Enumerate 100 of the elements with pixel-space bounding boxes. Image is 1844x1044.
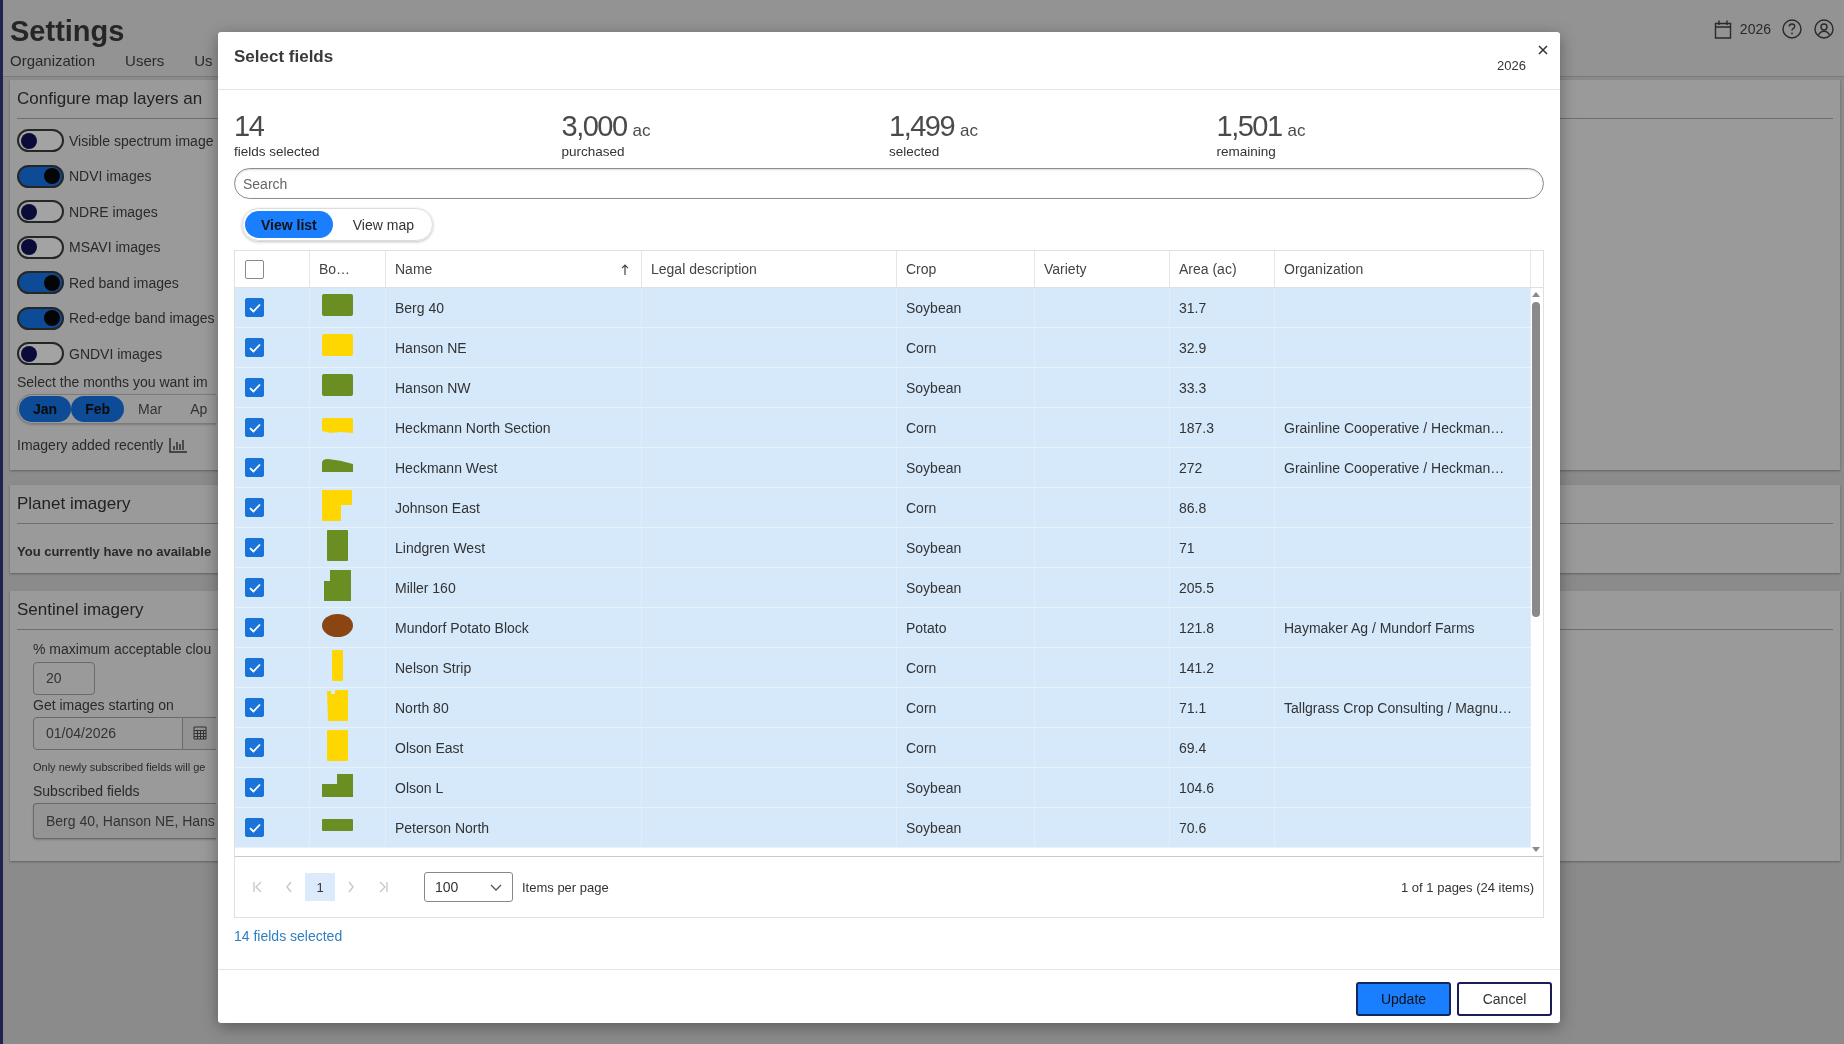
area-value: 205.5 — [1179, 579, 1215, 596]
organization-name: Haymaker Ag / Mundorf Farms — [1284, 619, 1475, 636]
month-chip[interactable]: Ap — [176, 395, 208, 422]
table-row[interactable]: Heckmann North Section Corn 187.3 Grainline Cooperative / Heckman… — [235, 408, 1531, 448]
check-icon — [248, 822, 261, 833]
field-name: Miller 160 — [395, 579, 456, 596]
field-name: Mundorf Potato Block — [395, 619, 529, 636]
unit-label: ac — [632, 121, 651, 141]
row-checkbox[interactable] — [245, 458, 264, 477]
status-message: You currently have no available — [17, 542, 212, 561]
row-checkbox[interactable] — [245, 298, 264, 317]
year-label: 2026 — [1497, 58, 1526, 74]
area-value: 141.2 — [1179, 659, 1215, 676]
field-name: Olson East — [395, 739, 464, 756]
cancel-button[interactable]: Cancel — [1457, 982, 1552, 1016]
row-checkbox[interactable] — [245, 418, 264, 437]
area-value: 187.3 — [1179, 419, 1215, 436]
toggle-switch[interactable] — [17, 200, 64, 224]
calendar-button[interactable] — [183, 716, 216, 750]
table-row[interactable]: Berg 40 Soybean 31.7 — [235, 288, 1531, 328]
close-icon[interactable] — [1538, 45, 1548, 55]
search-field[interactable]: Search — [234, 168, 1544, 199]
page-summary: 1 of 1 pages (24 items) — [1401, 879, 1534, 895]
toggle-switch[interactable] — [17, 271, 64, 295]
month-chip[interactable]: Mar — [124, 395, 177, 422]
field-name: Nelson Strip — [395, 659, 472, 676]
row-checkbox[interactable] — [245, 378, 264, 397]
row-checkbox[interactable] — [245, 538, 264, 557]
row-checkbox[interactable] — [245, 618, 264, 637]
check-icon — [248, 702, 261, 713]
field-name: Berg 40 — [395, 299, 445, 316]
table-row[interactable]: Peterson North Soybean 70.6 — [235, 808, 1531, 848]
section-title: Planet imagery — [17, 492, 131, 515]
column-header[interactable]: Name — [386, 251, 642, 287]
row-checkbox[interactable] — [245, 658, 264, 677]
view-tab[interactable]: View map — [336, 211, 430, 238]
table-row[interactable]: North 80 Corn 71.1 Tallgrass Crop Consulting / Magnu… — [235, 688, 1531, 728]
toggle-label: MSAVI images — [69, 238, 161, 258]
row-checkbox[interactable] — [245, 818, 264, 837]
toggle-switch[interactable] — [17, 342, 64, 366]
area-value: 71.1 — [1179, 699, 1207, 716]
area-value: 272 — [1179, 459, 1203, 476]
selection-link[interactable]: 14 fields selected — [234, 927, 343, 945]
table-row[interactable]: Mundorf Potato Block Potato 121.8 Haymaker Ag / Mundorf Farms — [235, 608, 1531, 648]
nav-tab[interactable]: Organization — [10, 51, 96, 71]
column-header[interactable]: Area (ac) — [1170, 251, 1275, 287]
toggle-switch[interactable] — [17, 164, 64, 188]
check-icon — [248, 662, 261, 673]
table-row[interactable]: Lindgren West Soybean 71 — [235, 528, 1531, 568]
subscribed-fields-field[interactable]: Berg 40, Hanson NE, Hans — [33, 802, 216, 839]
page-size-dropdown[interactable]: 100 — [424, 872, 513, 902]
field-label: Get images starting on — [33, 695, 174, 715]
table-row[interactable]: Heckmann West Soybean 272 Grainline Cooperative / Heckman… — [235, 448, 1531, 488]
toggle-label: Visible spectrum image — [69, 131, 214, 151]
calendar-icon[interactable] — [1713, 19, 1732, 39]
column-header[interactable]: Variety — [1035, 251, 1170, 287]
crop-name: Corn — [906, 699, 937, 716]
table-row[interactable]: Nelson Strip Corn 141.2 — [235, 648, 1531, 688]
column-header[interactable]: Bo… — [310, 251, 386, 287]
scroll-down-icon[interactable] — [1532, 847, 1540, 852]
nav-tab[interactable]: Users — [125, 51, 165, 71]
select-all-checkbox[interactable] — [245, 259, 264, 279]
year-label[interactable]: 2026 — [1739, 21, 1771, 37]
update-button[interactable]: Update — [1356, 982, 1451, 1016]
row-checkbox[interactable] — [245, 698, 264, 717]
bar-chart-icon[interactable] — [169, 436, 189, 453]
crop-name: Soybean — [906, 579, 962, 596]
stat-value: 1,501 — [1216, 109, 1282, 144]
row-checkbox[interactable] — [245, 578, 264, 597]
view-tab[interactable]: View list — [245, 211, 333, 238]
row-checkbox[interactable] — [245, 738, 264, 757]
toggle-label: GNDVI images — [69, 344, 163, 364]
cloud-cover-field[interactable]: 20 — [33, 661, 95, 695]
help-icon[interactable] — [1782, 19, 1802, 39]
row-checkbox[interactable] — [245, 498, 264, 517]
date-field[interactable]: 01/04/2026 — [33, 716, 183, 750]
table-row[interactable]: Johnson East Corn 86.8 — [235, 488, 1531, 528]
check-icon — [248, 742, 261, 753]
field-name: North 80 — [395, 699, 449, 716]
scrollbar-thumb[interactable] — [1532, 302, 1540, 617]
toggle-switch[interactable] — [17, 306, 64, 330]
column-header[interactable]: Crop — [897, 251, 1035, 287]
column-header[interactable]: Legal description — [642, 251, 897, 287]
stat-label: fields selected — [234, 144, 320, 160]
row-checkbox[interactable] — [245, 778, 264, 797]
field-name: Hanson NE — [395, 339, 467, 356]
scroll-up-icon[interactable] — [1532, 292, 1540, 297]
table-row[interactable]: Hanson NW Soybean 33.3 — [235, 368, 1531, 408]
table-row[interactable]: Miller 160 Soybean 205.5 — [235, 568, 1531, 608]
toggle-switch[interactable] — [17, 129, 64, 153]
toggle-switch[interactable] — [17, 235, 64, 259]
nav-tab[interactable]: Us — [194, 51, 213, 71]
table-row[interactable]: Hanson NE Corn 32.9 — [235, 328, 1531, 368]
row-checkbox[interactable] — [245, 338, 264, 357]
user-icon[interactable] — [1814, 19, 1834, 39]
page-button[interactable]: 1 — [305, 873, 335, 901]
field-label: Subscribed fields — [33, 781, 140, 801]
column-header[interactable]: Organization — [1275, 251, 1531, 287]
table-row[interactable]: Olson L Soybean 104.6 — [235, 768, 1531, 808]
table-row[interactable]: Olson East Corn 69.4 — [235, 728, 1531, 768]
